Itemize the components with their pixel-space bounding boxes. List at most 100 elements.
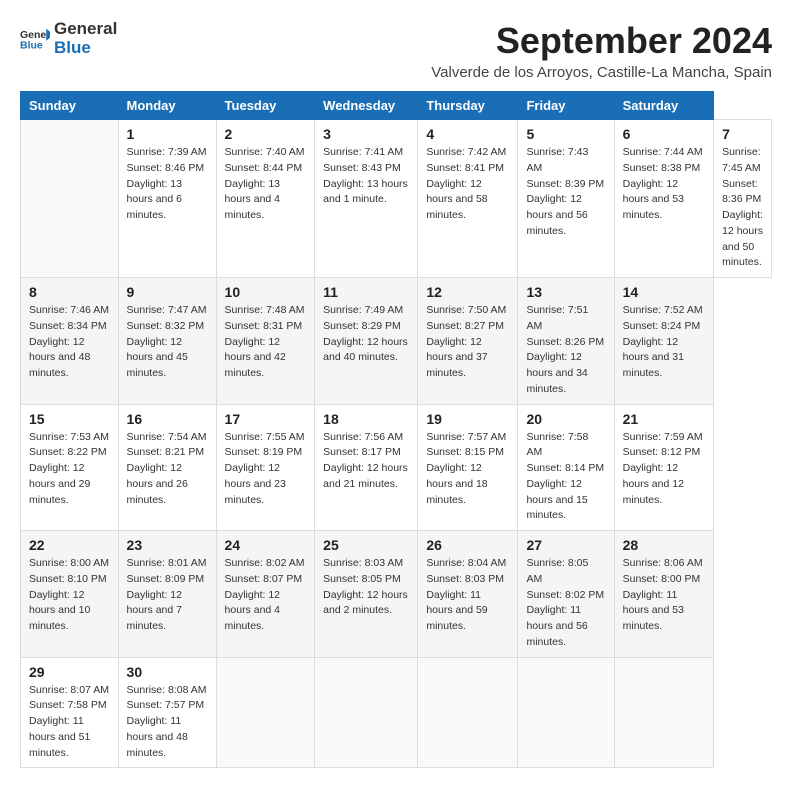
daylight-text: Daylight: 12 hours and 23 minutes. [225, 461, 307, 508]
header-sunday: Sunday [21, 92, 119, 120]
daylight-text: Daylight: 12 hours and 56 minutes. [526, 192, 605, 239]
table-row: 19Sunrise: 7:57 AMSunset: 8:15 PMDayligh… [418, 404, 518, 531]
daylight-text: Daylight: 11 hours and 53 minutes. [623, 588, 705, 635]
daylight-text: Daylight: 12 hours and 15 minutes. [526, 477, 605, 524]
daylight-text: Daylight: 13 hours and 6 minutes. [127, 177, 208, 224]
day-number: 13 [526, 284, 605, 300]
calendar-week-row: 15Sunrise: 7:53 AMSunset: 8:22 PMDayligh… [21, 404, 772, 531]
sunrise-text: Sunrise: 7:58 AM [526, 430, 605, 462]
sunrise-text: Sunrise: 7:40 AM [225, 145, 307, 161]
daylight-text: Daylight: 12 hours and 53 minutes. [623, 177, 705, 224]
sunrise-text: Sunrise: 7:56 AM [323, 430, 409, 446]
day-number: 27 [526, 537, 605, 553]
day-info: Sunrise: 8:00 AMSunset: 8:10 PMDaylight:… [29, 556, 110, 635]
day-info: Sunrise: 7:52 AMSunset: 8:24 PMDaylight:… [623, 303, 705, 382]
table-row: 23Sunrise: 8:01 AMSunset: 8:09 PMDayligh… [118, 531, 216, 658]
table-row: 25Sunrise: 8:03 AMSunset: 8:05 PMDayligh… [315, 531, 418, 658]
day-number: 21 [623, 411, 705, 427]
sunset-text: Sunset: 8:27 PM [426, 319, 509, 335]
daylight-text: Daylight: 12 hours and 7 minutes. [127, 588, 208, 635]
table-row: 14 Sunrise: 7:52 AMSunset: 8:24 PMDayligh… [614, 278, 713, 405]
sunrise-text: Sunrise: 8:05 AM [526, 556, 605, 588]
calendar-week-row: 29Sunrise: 8:07 AMSunset: 7:58 PMDayligh… [21, 657, 772, 768]
logo-icon: General Blue [20, 26, 50, 51]
sunset-text: Sunset: 8:15 PM [426, 445, 509, 461]
table-row [21, 120, 119, 278]
day-number: 20 [526, 411, 605, 427]
table-row: 30Sunrise: 8:08 AMSunset: 7:57 PMDayligh… [118, 657, 216, 768]
day-number: 17 [225, 411, 307, 427]
table-row: 13Sunrise: 7:51 AMSunset: 8:26 PMDayligh… [518, 278, 614, 405]
day-number: 4 [426, 126, 509, 142]
day-number: 15 [29, 411, 110, 427]
daylight-text: Daylight: 12 hours and 50 minutes. [722, 208, 763, 271]
table-row: 27Sunrise: 8:05 AMSunset: 8:02 PMDayligh… [518, 531, 614, 658]
day-number: 14 [623, 284, 705, 300]
sunrise-text: Sunrise: 7:39 AM [127, 145, 208, 161]
sunrise-text: Sunrise: 7:53 AM [29, 430, 110, 446]
day-info: Sunrise: 7:47 AMSunset: 8:32 PMDaylight:… [127, 303, 208, 382]
header-friday: Friday [518, 92, 614, 120]
day-info: Sunrise: 7:48 AMSunset: 8:31 PMDaylight:… [225, 303, 307, 382]
table-row [614, 657, 713, 768]
table-row: 4Sunrise: 7:42 AMSunset: 8:41 PMDaylight… [418, 120, 518, 278]
sunrise-text: Sunrise: 7:42 AM [426, 145, 509, 161]
sunrise-text: Sunrise: 7:41 AM [323, 145, 409, 161]
daylight-text: Daylight: 12 hours and 48 minutes. [29, 335, 110, 382]
table-row: 11Sunrise: 7:49 AMSunset: 8:29 PMDayligh… [315, 278, 418, 405]
day-number: 11 [323, 284, 409, 300]
day-info: Sunrise: 8:02 AMSunset: 8:07 PMDaylight:… [225, 556, 307, 635]
sunset-text: Sunset: 8:02 PM [526, 588, 605, 604]
sunset-text: Sunset: 7:57 PM [127, 698, 208, 714]
day-number: 6 [623, 126, 705, 142]
sunset-text: Sunset: 8:38 PM [623, 161, 705, 177]
day-info: Sunrise: 7:46 AMSunset: 8:34 PMDaylight:… [29, 303, 110, 382]
sunset-text: Sunset: 8:46 PM [127, 161, 208, 177]
table-row [315, 657, 418, 768]
sunset-text: Sunset: 8:03 PM [426, 572, 509, 588]
day-info: Sunrise: 7:50 AMSunset: 8:27 PMDaylight:… [426, 303, 509, 382]
sunrise-text: Sunrise: 7:45 AM [722, 145, 763, 177]
table-row: 28Sunrise: 8:06 AMSunset: 8:00 PMDayligh… [614, 531, 713, 658]
header-tuesday: Tuesday [216, 92, 315, 120]
day-info: Sunrise: 7:39 AMSunset: 8:46 PMDaylight:… [127, 145, 208, 224]
table-row: 18Sunrise: 7:56 AMSunset: 8:17 PMDayligh… [315, 404, 418, 531]
sunset-text: Sunset: 8:07 PM [225, 572, 307, 588]
sunset-text: Sunset: 8:31 PM [225, 319, 307, 335]
sunset-text: Sunset: 8:39 PM [526, 177, 605, 193]
header-saturday: Saturday [614, 92, 713, 120]
daylight-text: Daylight: 12 hours and 42 minutes. [225, 335, 307, 382]
sunset-text: Sunset: 8:10 PM [29, 572, 110, 588]
sunset-text: Sunset: 8:09 PM [127, 572, 208, 588]
day-number: 8 [29, 284, 110, 300]
day-number: 12 [426, 284, 509, 300]
daylight-text: Daylight: 11 hours and 48 minutes. [127, 714, 208, 761]
table-row: 29Sunrise: 8:07 AMSunset: 7:58 PMDayligh… [21, 657, 119, 768]
day-info: Sunrise: 7:59 AMSunset: 8:12 PMDaylight:… [623, 430, 705, 509]
sunrise-text: Sunrise: 7:57 AM [426, 430, 509, 446]
table-row: 8 Sunrise: 7:46 AMSunset: 8:34 PMDaylight… [21, 278, 119, 405]
sunset-text: Sunset: 8:43 PM [323, 161, 409, 177]
sunrise-text: Sunrise: 7:46 AM [29, 303, 110, 319]
day-number: 23 [127, 537, 208, 553]
daylight-text: Daylight: 12 hours and 12 minutes. [623, 461, 705, 508]
sunrise-text: Sunrise: 7:54 AM [127, 430, 208, 446]
table-row: 3Sunrise: 7:41 AMSunset: 8:43 PMDaylight… [315, 120, 418, 278]
header-wednesday: Wednesday [315, 92, 418, 120]
table-row: 15Sunrise: 7:53 AMSunset: 8:22 PMDayligh… [21, 404, 119, 531]
table-row [216, 657, 315, 768]
sunrise-text: Sunrise: 8:02 AM [225, 556, 307, 572]
sunset-text: Sunset: 8:12 PM [623, 445, 705, 461]
table-row [418, 657, 518, 768]
sunset-text: Sunset: 8:05 PM [323, 572, 409, 588]
sunset-text: Sunset: 8:32 PM [127, 319, 208, 335]
daylight-text: Daylight: 13 hours and 1 minute. [323, 177, 409, 209]
day-number: 25 [323, 537, 409, 553]
sunset-text: Sunset: 8:17 PM [323, 445, 409, 461]
sunrise-text: Sunrise: 8:04 AM [426, 556, 509, 572]
day-info: Sunrise: 7:43 AMSunset: 8:39 PMDaylight:… [526, 145, 605, 240]
sunrise-text: Sunrise: 7:55 AM [225, 430, 307, 446]
table-row: 24 Sunrise: 8:02 AMSunset: 8:07 PMDayligh… [216, 531, 315, 658]
daylight-text: Daylight: 12 hours and 10 minutes. [29, 588, 110, 635]
day-number: 24 [225, 537, 307, 553]
